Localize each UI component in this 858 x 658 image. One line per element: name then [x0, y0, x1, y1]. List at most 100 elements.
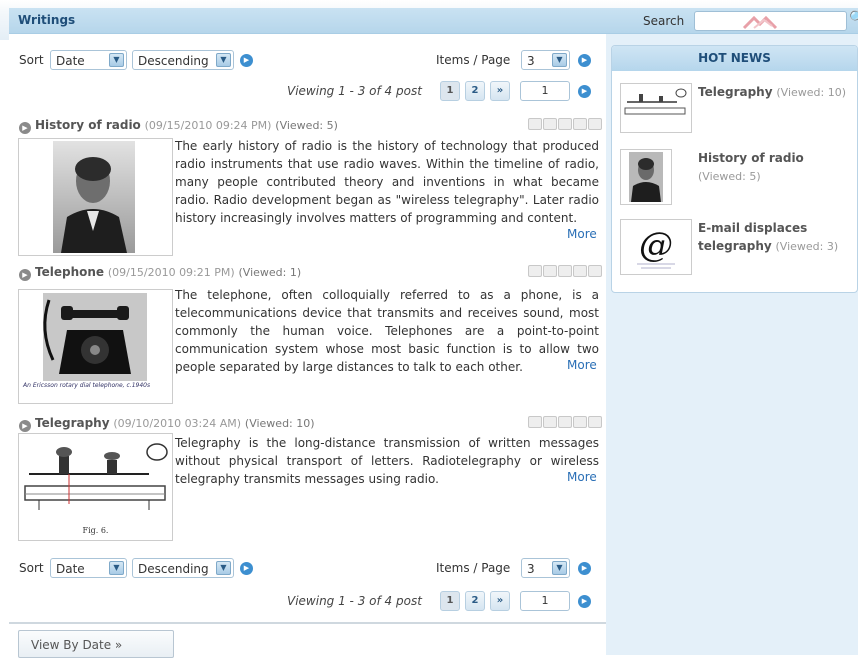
hot-news-item[interactable]: Telegraphy (Viewed: 10) — [620, 83, 850, 133]
at-sign-icon: @ — [637, 225, 675, 269]
star-icon[interactable] — [573, 118, 587, 130]
sort-go-icon[interactable]: ▶ — [240, 54, 253, 67]
hot-news-title[interactable]: Telegraphy — [698, 85, 773, 99]
page-button-1[interactable]: 1 — [440, 591, 460, 611]
sort-go-icon[interactable]: ▶ — [240, 562, 253, 575]
sort-order-value: Descending — [138, 562, 209, 576]
portrait-image — [53, 141, 135, 253]
hot-news-item[interactable]: @ E-mail displaces telegraphy (Viewed: 3… — [620, 219, 850, 275]
image-caption: An Ericsson rotary dial telephone, c.194… — [23, 382, 151, 389]
chevron-down-icon: ▼ — [216, 53, 231, 67]
post-thumbnail[interactable]: Fig. 6. — [18, 433, 173, 541]
star-icon[interactable] — [528, 265, 542, 277]
items-per-page-label: Items / Page — [436, 53, 511, 67]
items-per-page-value: 3 — [527, 54, 535, 68]
post-header: ▶ Telegraphy (09/10/2010 03:24 AM) (Viewe… — [19, 416, 315, 432]
rating-stars[interactable] — [527, 265, 602, 277]
hot-news-thumbnail[interactable] — [620, 83, 692, 133]
star-icon[interactable] — [588, 416, 602, 428]
viewing-text: Viewing 1 - 3 of 4 post — [287, 594, 422, 608]
star-icon[interactable] — [543, 265, 557, 277]
post-date: (09/10/2010 03:24 AM) — [113, 417, 242, 430]
chevron-down-icon: ▼ — [216, 561, 231, 575]
hot-news-views: (Viewed: 10) — [776, 86, 847, 99]
items-per-page-go-icon[interactable]: ▶ — [578, 54, 591, 67]
items-per-page-value: 3 — [527, 562, 535, 576]
star-icon[interactable] — [573, 265, 587, 277]
hot-news-thumbnail[interactable]: @ — [620, 219, 692, 275]
sort-by-select[interactable]: Date ▼ — [50, 558, 127, 578]
post-excerpt: Telegraphy is the long-distance transmis… — [175, 436, 599, 486]
hot-news-text[interactable]: E-mail displaces telegraphy (Viewed: 3) — [698, 219, 848, 256]
hot-news-views: (Viewed: 5) — [698, 170, 761, 183]
star-icon[interactable] — [528, 118, 542, 130]
star-icon[interactable] — [543, 118, 557, 130]
hot-news-thumbnail[interactable] — [620, 149, 672, 205]
search-logo-icon — [742, 15, 778, 30]
hot-news-text[interactable]: Telegraphy (Viewed: 10) — [698, 83, 848, 102]
sort-order-select[interactable]: Descending ▼ — [132, 50, 234, 70]
post-header: ▶ History of radio (09/15/2010 09:24 PM) … — [19, 118, 338, 134]
post-date: (09/15/2010 09:21 PM) — [107, 266, 235, 279]
star-icon[interactable] — [543, 416, 557, 428]
search-icon[interactable]: 🔍 — [849, 11, 858, 31]
post-thumbnail[interactable]: An Ericsson rotary dial telephone, c.194… — [18, 289, 173, 404]
view-by-date-tab[interactable]: View By Date » — [18, 630, 174, 658]
page-go-icon[interactable]: ▶ — [578, 595, 591, 608]
chevron-down-icon: ▼ — [109, 53, 124, 67]
page-number-input[interactable]: 1 — [520, 591, 570, 611]
page-go-icon[interactable]: ▶ — [578, 85, 591, 98]
hot-news-panel: HOT NEWS Telegraphy (Viewed: 10) History… — [611, 45, 858, 293]
star-icon[interactable] — [528, 416, 542, 428]
more-link[interactable]: More — [567, 470, 597, 484]
post-excerpt: The early history of radio is the histor… — [175, 139, 599, 225]
post-title-link[interactable]: Telegraphy — [35, 416, 110, 430]
items-per-page-go-icon[interactable]: ▶ — [578, 562, 591, 575]
sort-by-value: Date — [56, 562, 85, 576]
page-button-1[interactable]: 1 — [440, 81, 460, 101]
telegraph-key-image — [624, 88, 687, 115]
star-icon[interactable] — [558, 118, 572, 130]
telephone-image — [43, 293, 147, 381]
star-icon[interactable] — [588, 118, 602, 130]
svg-text:@: @ — [639, 225, 673, 265]
sort-by-value: Date — [56, 54, 85, 68]
more-link[interactable]: More — [567, 358, 597, 372]
rating-stars[interactable] — [527, 416, 602, 428]
portrait-image — [629, 152, 663, 202]
next-page-button[interactable]: » — [490, 591, 510, 611]
image-caption: Fig. 6. — [82, 526, 109, 535]
search-input[interactable] — [694, 11, 847, 31]
star-icon[interactable] — [588, 265, 602, 277]
hot-news-item[interactable]: History of radio (Viewed: 5) — [620, 149, 850, 205]
items-per-page-label: Items / Page — [436, 561, 511, 575]
hot-news-title[interactable]: History of radio — [698, 151, 804, 165]
chevron-down-icon: ▼ — [552, 561, 567, 575]
sort-label: Sort — [19, 561, 44, 575]
star-icon[interactable] — [558, 416, 572, 428]
page-number-input[interactable]: 1 — [520, 81, 570, 101]
more-link[interactable]: More — [567, 227, 597, 241]
hot-news-text[interactable]: History of radio (Viewed: 5) — [698, 149, 848, 186]
sort-order-select[interactable]: Descending ▼ — [132, 558, 234, 578]
sort-by-select[interactable]: Date ▼ — [50, 50, 127, 70]
title-bar: Writings Search 🔍 — [9, 8, 858, 34]
post-excerpt: The telephone, often colloquially referr… — [175, 288, 599, 374]
star-icon[interactable] — [558, 265, 572, 277]
post-title-link[interactable]: History of radio — [35, 118, 141, 132]
sort-label: Sort — [19, 53, 44, 67]
star-icon[interactable] — [573, 416, 587, 428]
post-header: ▶ Telephone (09/15/2010 09:21 PM) (Viewed… — [19, 265, 301, 281]
post-title-link[interactable]: Telephone — [35, 265, 104, 279]
next-page-button[interactable]: » — [490, 81, 510, 101]
page-title: Writings — [18, 13, 76, 27]
post-views: (Viewed: 5) — [275, 119, 338, 132]
items-per-page-select[interactable]: 3 ▼ — [521, 558, 570, 578]
rating-stars[interactable] — [527, 118, 602, 130]
items-per-page-select[interactable]: 3 ▼ — [521, 50, 570, 70]
page-button-2[interactable]: 2 — [465, 591, 485, 611]
page-button-2[interactable]: 2 — [465, 81, 485, 101]
search-label: Search — [643, 14, 685, 28]
post-thumbnail[interactable] — [18, 138, 173, 256]
hot-news-header: HOT NEWS — [612, 46, 857, 71]
